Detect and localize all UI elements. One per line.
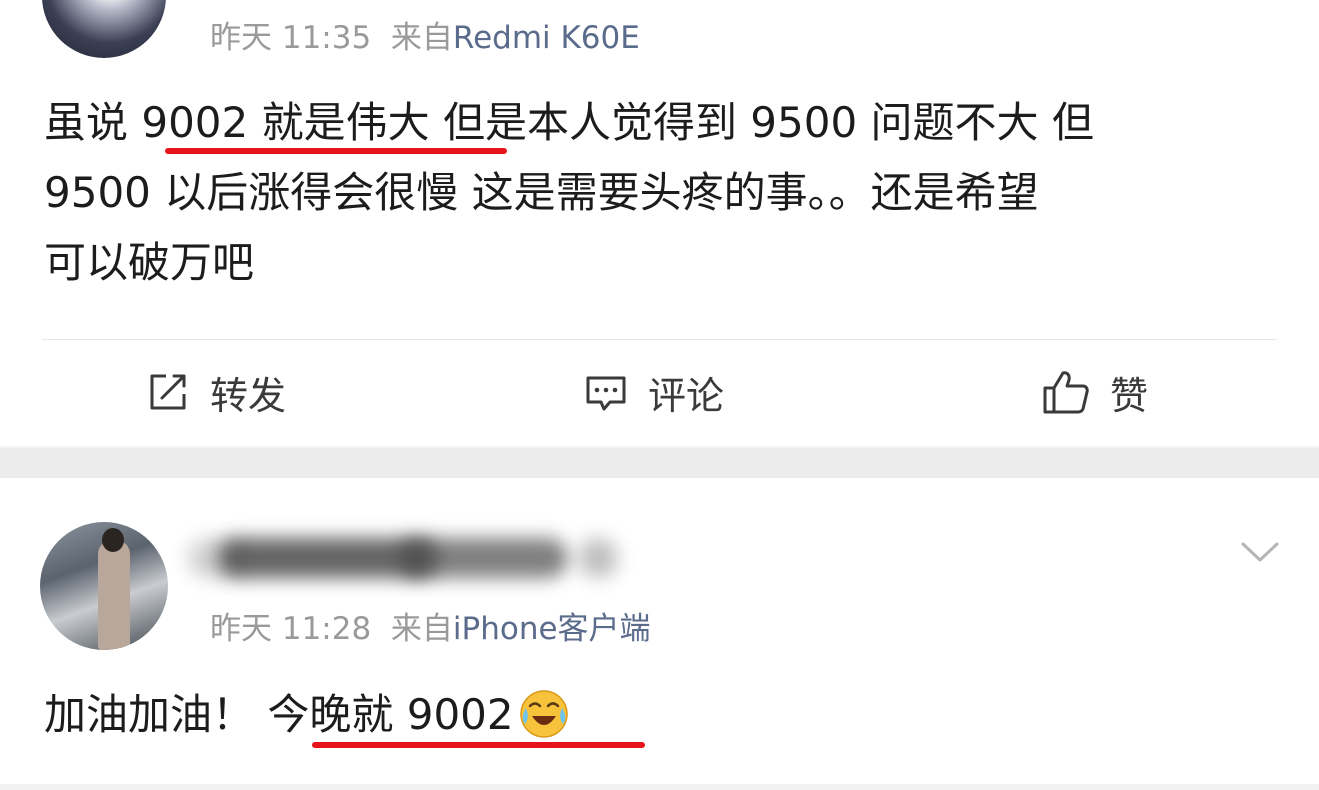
avatar[interactable] — [42, 0, 166, 58]
like-button[interactable]: 赞 — [1042, 362, 1148, 422]
avatar[interactable] — [40, 522, 168, 650]
post-card-1: 昨天 11:35 来自Redmi K60E 虽说 9002 就是伟大 但是本人觉… — [0, 0, 1319, 448]
post-text-line: 9500 以后涨得会很慢 这是需要头疼的事。。还是希望 — [44, 168, 1039, 217]
post-text-highlight: 今晚就 9002 — [267, 690, 514, 739]
comment-label: 评论 — [648, 373, 725, 418]
username-blurred[interactable] — [178, 528, 618, 584]
device-source[interactable]: Redmi K60E — [453, 20, 640, 56]
from-label: 来自 — [390, 611, 453, 647]
comment-button[interactable]: 评论 — [584, 362, 724, 422]
post-time: 昨天 11:35 — [210, 20, 372, 56]
red-underline-annotation — [312, 742, 645, 748]
like-label: 赞 — [1110, 373, 1149, 418]
post-text-line: 可以破万吧 — [44, 238, 255, 287]
chevron-down-icon[interactable] — [1240, 540, 1280, 564]
repost-icon — [150, 374, 186, 410]
divider — [0, 784, 1319, 790]
divider — [42, 339, 1277, 340]
post-text: 加油加油！ 今晚就 9002 — [44, 680, 570, 750]
repost-label: 转发 — [210, 373, 287, 418]
comment-icon — [586, 376, 626, 411]
feed-separator — [0, 448, 1319, 478]
thumbs-up-icon — [1043, 371, 1089, 414]
post-meta: 昨天 11:28 来自iPhone客户端 — [210, 603, 651, 648]
red-underline-annotation — [165, 148, 507, 154]
laughing-crying-emoji-icon — [519, 689, 568, 738]
post-text-plain: 加油加油！ — [44, 690, 255, 739]
weibo-feed: 昨天 11:35 来自Redmi K60E 虽说 9002 就是伟大 但是本人觉… — [0, 0, 1319, 790]
device-source[interactable]: iPhone客户端 — [453, 611, 651, 647]
from-label: 来自 — [390, 20, 453, 56]
post-time: 昨天 11:28 — [210, 611, 372, 647]
repost-button[interactable]: 转发 — [146, 362, 286, 422]
post-meta: 昨天 11:35 来自Redmi K60E — [210, 12, 640, 57]
